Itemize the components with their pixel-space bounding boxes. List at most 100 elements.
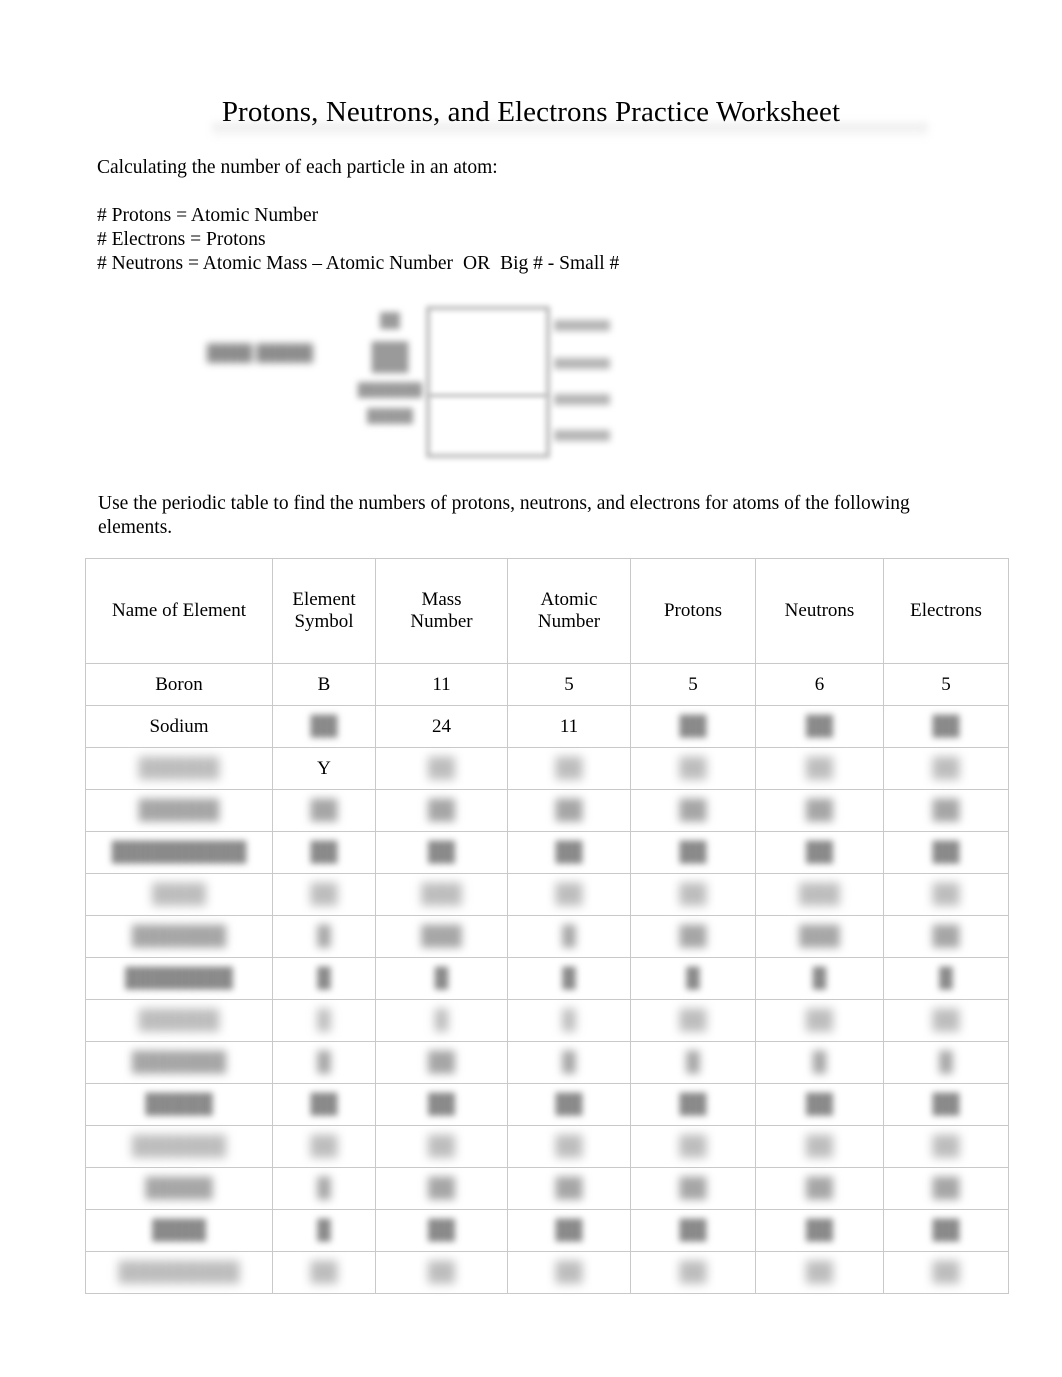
cell-neutrons[interactable]: 6: [755, 663, 884, 706]
cell-electrons[interactable]: █: [883, 957, 1009, 1000]
cell-electrons[interactable]: ██: [883, 789, 1009, 832]
cell-element-name[interactable]: ████: [85, 873, 273, 916]
cell-neutrons[interactable]: █: [755, 1041, 884, 1084]
cell-element-name[interactable]: ███████: [85, 1125, 273, 1168]
cell-neutrons[interactable]: ██: [755, 1083, 884, 1126]
cell-protons[interactable]: ██: [630, 999, 756, 1042]
cell-electrons[interactable]: ██: [883, 831, 1009, 874]
cell-element-symbol[interactable]: █: [272, 1209, 376, 1252]
cell-protons[interactable]: █: [630, 957, 756, 1000]
cell-protons[interactable]: ██: [630, 1083, 756, 1126]
cell-protons[interactable]: ██: [630, 915, 756, 958]
cell-element-name[interactable]: Boron: [85, 663, 273, 706]
cell-element-symbol[interactable]: ██: [272, 789, 376, 832]
cell-element-name[interactable]: ███████: [85, 1041, 273, 1084]
cell-atomic-number[interactable]: █: [507, 957, 631, 1000]
cell-neutrons[interactable]: ██: [755, 999, 884, 1042]
cell-atomic-number[interactable]: ██: [507, 747, 631, 790]
cell-element-symbol[interactable]: ██: [272, 1083, 376, 1126]
cell-atomic-number[interactable]: █: [507, 999, 631, 1042]
cell-protons[interactable]: ██: [630, 705, 756, 748]
cell-protons[interactable]: 5: [630, 663, 756, 706]
cell-element-symbol[interactable]: ██: [272, 873, 376, 916]
cell-neutrons[interactable]: ███: [755, 915, 884, 958]
cell-electrons[interactable]: ██: [883, 1125, 1009, 1168]
cell-element-symbol[interactable]: █: [272, 1041, 376, 1084]
cell-element-name[interactable]: ██████: [85, 789, 273, 832]
cell-atomic-number[interactable]: 11: [507, 705, 631, 748]
cell-element-name[interactable]: █████████: [85, 1251, 273, 1294]
cell-mass-number[interactable]: ███: [375, 873, 508, 916]
cell-element-symbol[interactable]: ██: [272, 1125, 376, 1168]
cell-atomic-number[interactable]: ██: [507, 789, 631, 832]
cell-protons[interactable]: ██: [630, 1167, 756, 1210]
cell-atomic-number[interactable]: ██: [507, 873, 631, 916]
cell-electrons[interactable]: 5: [883, 663, 1009, 706]
cell-neutrons[interactable]: ██: [755, 1125, 884, 1168]
cell-atomic-number[interactable]: 5: [507, 663, 631, 706]
cell-mass-number[interactable]: ██: [375, 831, 508, 874]
cell-element-name[interactable]: ██████: [85, 999, 273, 1042]
cell-neutrons[interactable]: ██: [755, 1209, 884, 1252]
cell-element-symbol[interactable]: █: [272, 1167, 376, 1210]
cell-electrons[interactable]: ██: [883, 1083, 1009, 1126]
cell-mass-number[interactable]: ██: [375, 789, 508, 832]
cell-atomic-number[interactable]: █: [507, 915, 631, 958]
cell-protons[interactable]: ██: [630, 1209, 756, 1252]
cell-atomic-number[interactable]: █: [507, 1041, 631, 1084]
cell-electrons[interactable]: ██: [883, 915, 1009, 958]
cell-neutrons[interactable]: ██: [755, 1167, 884, 1210]
cell-mass-number[interactable]: ██: [375, 1083, 508, 1126]
cell-protons[interactable]: ██: [630, 747, 756, 790]
cell-protons[interactable]: ██: [630, 831, 756, 874]
cell-electrons[interactable]: ██: [883, 1167, 1009, 1210]
cell-electrons[interactable]: ██: [883, 705, 1009, 748]
cell-element-symbol[interactable]: ██: [272, 1251, 376, 1294]
cell-mass-number[interactable]: ██: [375, 1041, 508, 1084]
cell-atomic-number[interactable]: ██: [507, 1083, 631, 1126]
cell-mass-number[interactable]: █: [375, 999, 508, 1042]
cell-element-name[interactable]: ██████████: [85, 831, 273, 874]
cell-protons[interactable]: ██: [630, 789, 756, 832]
cell-neutrons[interactable]: ██: [755, 1251, 884, 1294]
cell-element-symbol[interactable]: ██: [272, 705, 376, 748]
cell-electrons[interactable]: █: [883, 1041, 1009, 1084]
cell-protons[interactable]: ██: [630, 1125, 756, 1168]
cell-element-symbol[interactable]: █: [272, 957, 376, 1000]
cell-element-name[interactable]: ███████: [85, 915, 273, 958]
cell-element-name[interactable]: █████: [85, 1167, 273, 1210]
cell-neutrons[interactable]: █: [755, 957, 884, 1000]
cell-neutrons[interactable]: ██: [755, 747, 884, 790]
cell-mass-number[interactable]: ██: [375, 747, 508, 790]
cell-neutrons[interactable]: ██: [755, 789, 884, 832]
cell-protons[interactable]: ██: [630, 873, 756, 916]
cell-element-symbol[interactable]: █: [272, 999, 376, 1042]
cell-neutrons[interactable]: ██: [755, 831, 884, 874]
cell-mass-number[interactable]: ██: [375, 1167, 508, 1210]
cell-mass-number[interactable]: ██: [375, 1209, 508, 1252]
cell-protons[interactable]: ██: [630, 1251, 756, 1294]
cell-element-symbol[interactable]: B: [272, 663, 376, 706]
cell-element-symbol[interactable]: ██: [272, 831, 376, 874]
cell-mass-number[interactable]: ███: [375, 915, 508, 958]
cell-atomic-number[interactable]: ██: [507, 1251, 631, 1294]
cell-mass-number[interactable]: ██: [375, 1251, 508, 1294]
cell-neutrons[interactable]: ██: [755, 705, 884, 748]
cell-element-name[interactable]: Sodium: [85, 705, 273, 748]
cell-mass-number[interactable]: 11: [375, 663, 508, 706]
cell-element-name[interactable]: ████████: [85, 957, 273, 1000]
cell-element-name[interactable]: ██████: [85, 747, 273, 790]
cell-atomic-number[interactable]: ██: [507, 1125, 631, 1168]
cell-element-name[interactable]: ████: [85, 1209, 273, 1252]
cell-electrons[interactable]: ██: [883, 999, 1009, 1042]
cell-mass-number[interactable]: 24: [375, 705, 508, 748]
cell-element-symbol[interactable]: Y: [272, 747, 376, 790]
cell-atomic-number[interactable]: ██: [507, 1209, 631, 1252]
cell-electrons[interactable]: ██: [883, 1251, 1009, 1294]
cell-atomic-number[interactable]: ██: [507, 831, 631, 874]
cell-neutrons[interactable]: ███: [755, 873, 884, 916]
cell-protons[interactable]: █: [630, 1041, 756, 1084]
cell-element-name[interactable]: █████: [85, 1083, 273, 1126]
cell-atomic-number[interactable]: ██: [507, 1167, 631, 1210]
cell-electrons[interactable]: ██: [883, 747, 1009, 790]
